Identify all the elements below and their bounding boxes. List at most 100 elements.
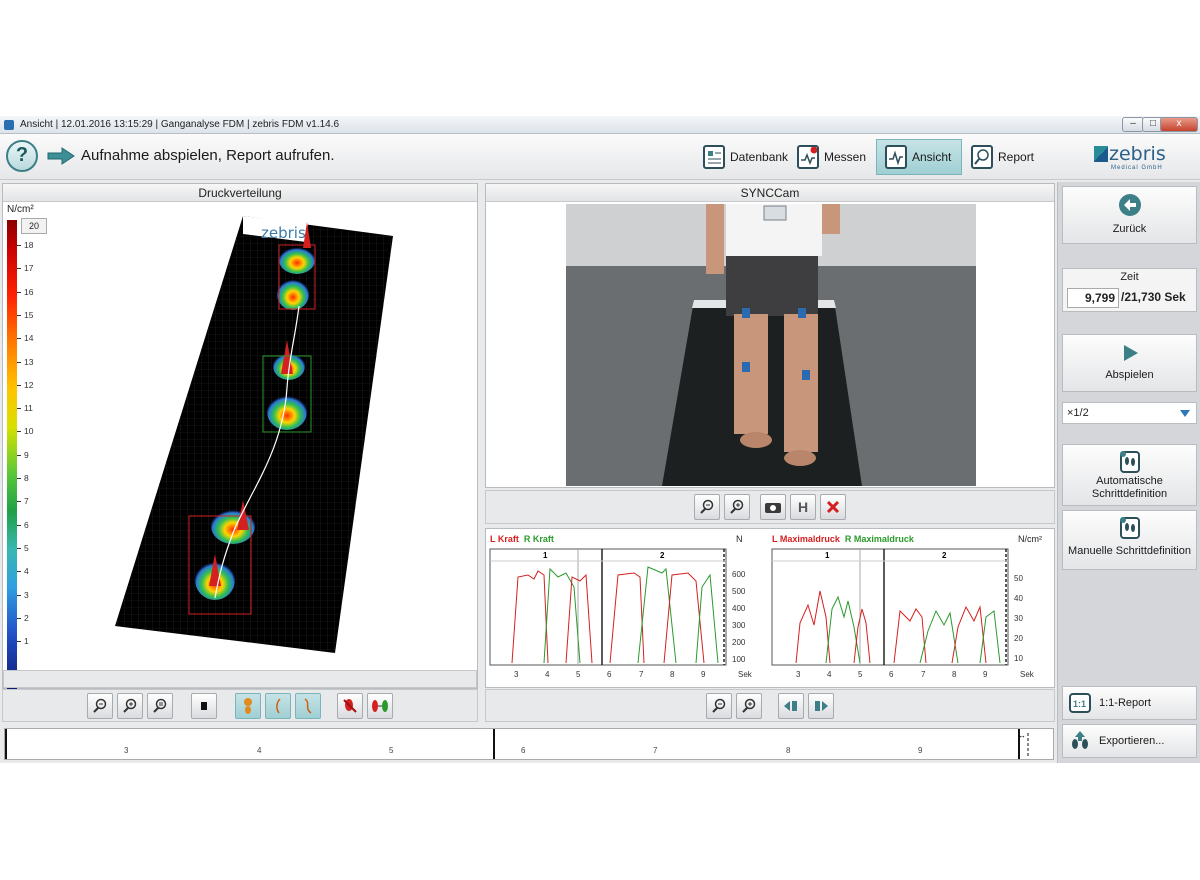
force-unit: N [736,534,743,544]
camera-panel: SYNCCam [485,183,1055,488]
force-step-2: 2 [660,551,665,560]
scale-tick-mark [17,547,21,549]
mirror-icon: H [797,499,809,515]
back-label: Zurück [1112,223,1147,235]
delete-steps-icon [343,699,357,713]
step-back-icon [784,701,797,711]
export-label: Exportieren... [1099,735,1165,747]
delete-icon [826,500,840,514]
measure-icon [797,145,819,169]
time-total: /21,730 Sek [1121,290,1186,304]
camera-delete-button[interactable] [820,494,846,520]
scale-tick-mark [17,408,21,410]
speed-select[interactable]: ×1/2 [1062,402,1197,424]
zoom-in-icon [742,698,756,713]
stop-button[interactable] [191,693,217,719]
camera-icon [765,503,781,513]
gait-line-button[interactable] [265,693,291,719]
manual-step-icon [1119,517,1140,539]
pressure-panel: Druckverteilung N/cm² 20 18 17 16 15 14 13 12 1… [2,183,478,690]
snapshot-button[interactable] [760,494,786,520]
manual-step-label: Manuelle Schrittdefinition [1068,545,1191,557]
application-window: Ansicht | 12.01.2016 13:15:29 | Ganganal… [0,116,1200,763]
minimize-button[interactable]: ‒ [1122,117,1144,132]
previous-step-button[interactable] [778,693,804,719]
swap-feet-icon [372,700,388,712]
pressure-ytick: 10 [1014,654,1023,663]
auto-step-label: Automatische Schrittdefinition [1091,475,1168,500]
export-button[interactable]: Exportieren... [1062,724,1197,758]
auto-step-definition-button[interactable]: Automatische Schrittdefinition [1062,444,1197,506]
chart-zoom-out-button[interactable] [706,693,732,719]
back-button[interactable]: Zurück [1062,186,1197,244]
auto-step-icon [1119,451,1140,473]
close-button[interactable]: x [1160,117,1198,132]
timeline-scrubber[interactable]: ↔ 3 4 5 6 7 8 9 [4,728,1054,760]
next-step-button[interactable] [808,693,834,719]
nav-ansicht[interactable]: Ansicht [876,139,962,175]
force-ytick: 200 [732,638,746,647]
camera-zoom-in-button[interactable] [724,494,750,520]
pressure-chart-unit: N/cm² [1018,534,1042,544]
nav-report[interactable]: Report [962,139,1043,175]
zoom-in-button[interactable] [117,693,143,719]
help-button[interactable]: ? [6,140,38,172]
pressure-controls-bar [2,689,478,722]
mirror-button[interactable]: H [790,494,816,520]
pressure-xtick: 8 [952,670,957,679]
report-11-icon: 1:1 [1069,693,1091,713]
scale-tick-mark [17,431,21,433]
report-icon [971,145,993,169]
app-icon [4,120,14,130]
max-value-field[interactable]: 20 [21,218,47,234]
pressure-xtick: 3 [796,670,801,679]
database-icon [703,145,725,169]
zoom-out-button[interactable] [87,693,113,719]
pressure-ytick: 20 [1014,634,1023,643]
zoom-reset-button[interactable] [147,693,173,719]
camera-zoom-out-button[interactable] [694,494,720,520]
force-chart: 1 2 600 500 400 300 200 100 3 4 5 6 7 8 [489,548,753,679]
footprint-view-button[interactable] [235,693,261,719]
scale-tick-mark [17,268,21,270]
scale-tick-mark [17,641,21,643]
scale-tick-label: 7 [24,496,29,507]
scale-tick-label: 5 [24,542,29,553]
nav-messen[interactable]: Messen [788,139,875,175]
zoom-in-icon [123,698,137,713]
one-to-one-report-label: 1:1-Report [1099,697,1151,709]
play-button[interactable]: Abspielen [1062,334,1197,392]
pressure-plate-view: zebris [115,216,393,653]
force-xtick: 3 [514,670,519,679]
stop-icon [201,702,207,710]
camera-video-frame [566,204,976,486]
force-legend: L Kraft R Kraft [490,534,554,544]
timeline-tick: 8 [786,746,791,755]
timeline-tick: 6 [521,746,526,755]
svg-text:↔: ↔ [1018,731,1026,740]
pressure-step-1: 1 [825,551,830,560]
chart-zoom-in-button[interactable] [736,693,762,719]
timeline-tick: 5 [389,746,394,755]
butterfly-line-button[interactable] [295,693,321,719]
timeline-tick: 4 [257,746,262,755]
scale-tick-mark [17,245,21,246]
scale-tick-mark [17,314,21,316]
scale-tick-label: 4 [24,566,29,577]
pressure-ytick: 30 [1014,614,1023,623]
scale-tick-mark [17,454,21,456]
delete-steps-button[interactable] [337,693,363,719]
hint-arrow-icon [47,147,75,165]
zebris-logo-text: zebris [1109,143,1166,165]
pressure-xtick: 7 [921,670,926,679]
scale-tick-mark [17,501,21,503]
pressure-legend-right: R Maximaldruck [844,534,914,544]
nav-datenbank[interactable]: Datenbank [694,139,797,175]
one-to-one-report-button[interactable]: 1:1 1:1-Report [1062,686,1197,720]
manual-step-definition-button[interactable]: Manuelle Schrittdefinition [1062,510,1197,570]
scale-tick-mark [17,478,21,479]
time-current: 9,799 [1067,288,1119,308]
swap-feet-button[interactable] [367,693,393,719]
timeline-tick: 9 [918,746,923,755]
nav-messen-label: Messen [824,150,867,164]
